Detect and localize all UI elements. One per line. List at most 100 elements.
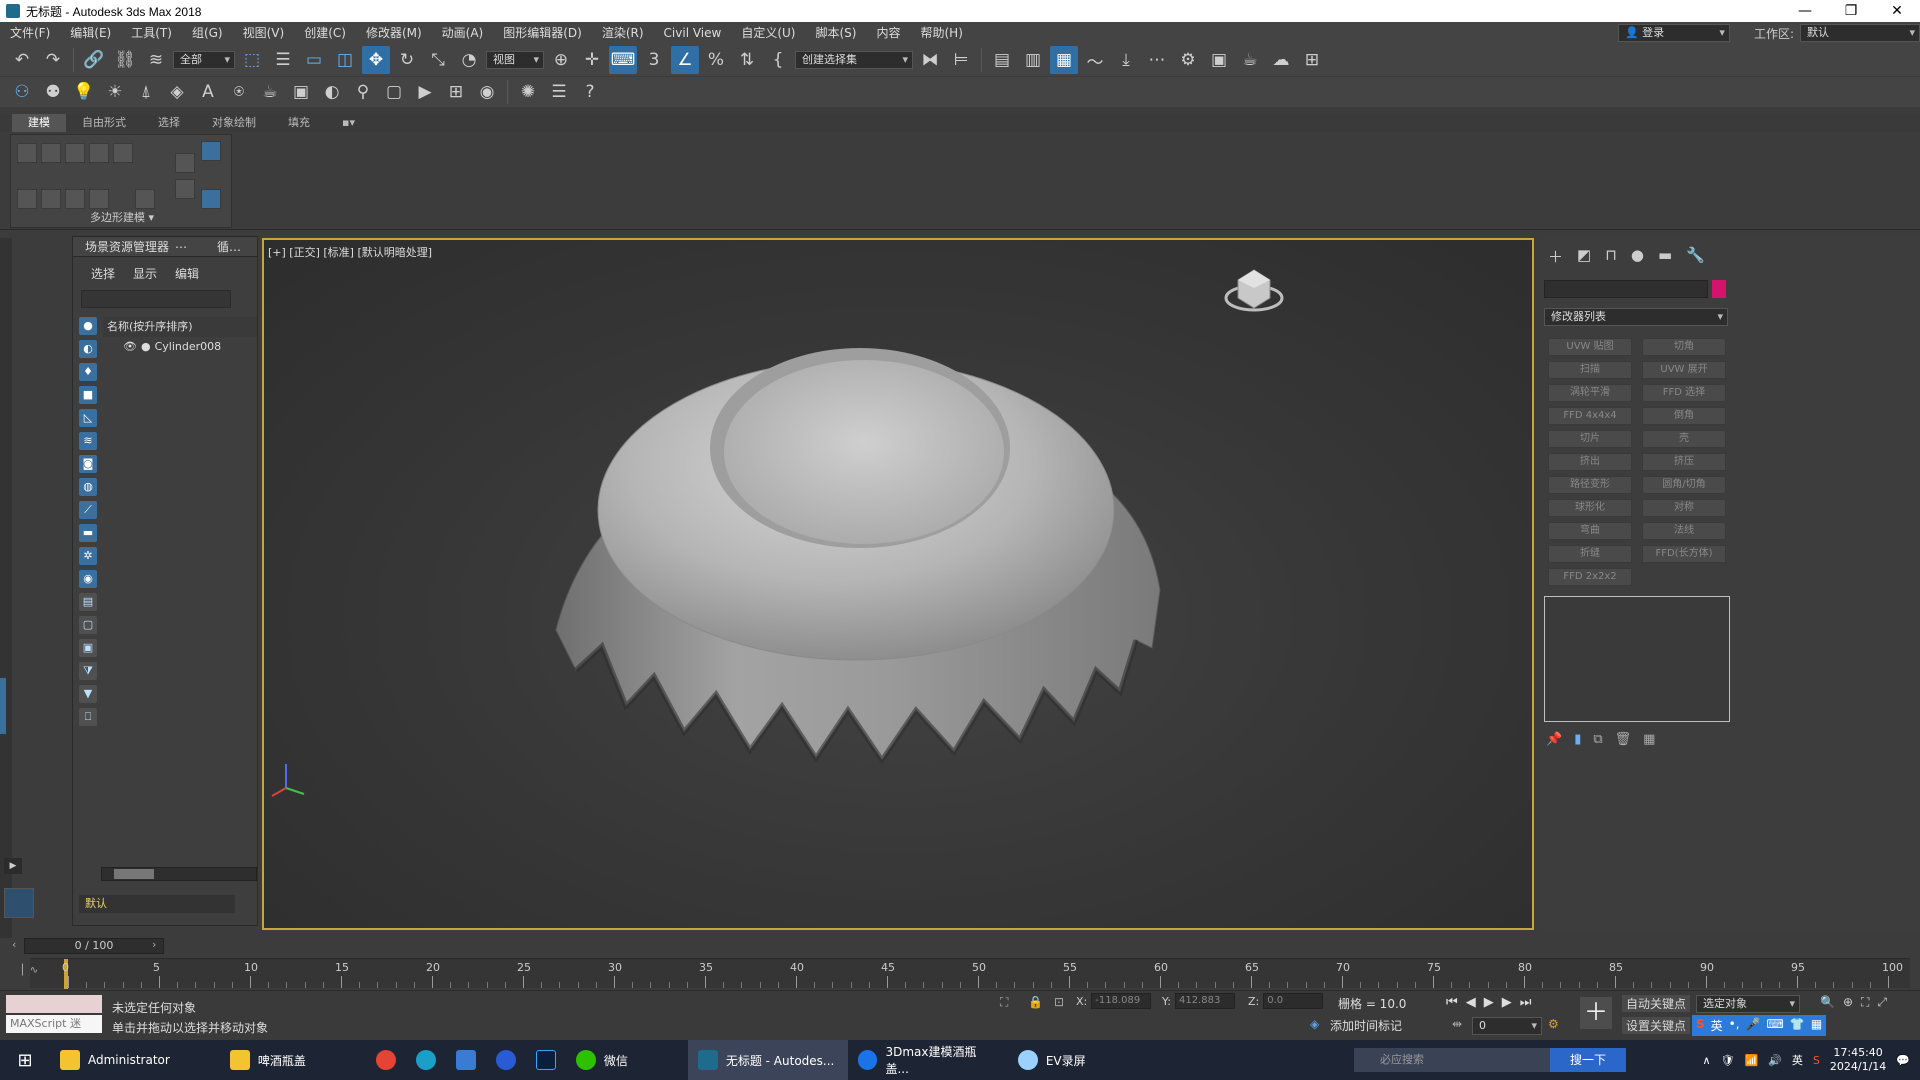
modifier-button[interactable]: FFD 2x2x2 xyxy=(1548,568,1632,586)
modifier-button[interactable]: 球形化 xyxy=(1548,499,1632,517)
modifier-button[interactable]: UVW 贴图 xyxy=(1548,338,1632,356)
angle-snap-icon[interactable]: ∠ xyxy=(671,46,699,74)
menu-content[interactable]: 内容 xyxy=(866,22,910,44)
filter-hidden-icon[interactable]: ◉ xyxy=(79,570,97,588)
render-cloud-icon[interactable]: ☁ xyxy=(1267,46,1295,74)
taskbar-store[interactable] xyxy=(446,1040,486,1080)
time-tag-icon[interactable]: ◈ xyxy=(1310,1017,1319,1031)
isolate-selection-icon[interactable]: ⛶ xyxy=(1000,995,1008,1010)
filter-groups-icon[interactable]: ◙ xyxy=(79,455,97,473)
y-field[interactable]: 412.883 xyxy=(1174,993,1235,1009)
modifier-stack[interactable] xyxy=(1544,596,1730,722)
modifier-button[interactable]: 涡轮平滑 xyxy=(1548,384,1632,402)
maxscript-input[interactable]: MAXScript 迷 xyxy=(6,1015,102,1033)
ribbon-tab-freeform[interactable]: 自由形式 xyxy=(66,114,142,132)
display-all-icon[interactable]: ▤ xyxy=(79,593,97,611)
make-unique-icon[interactable]: ⧉ xyxy=(1593,732,1602,747)
expand-arrow-icon[interactable]: ▶ xyxy=(4,858,22,874)
ribbon-edge-button[interactable] xyxy=(41,143,61,163)
time-config-icon[interactable]: ⇹ xyxy=(1452,1017,1462,1031)
taskbar-3dsmax[interactable]: 无标题 - Autodes... xyxy=(687,1040,848,1080)
scene-object-row[interactable]: 👁 ● Cylinder008 xyxy=(103,337,257,357)
ribbon-side-1-button[interactable] xyxy=(175,153,195,173)
display-tab-icon[interactable]: ▬ xyxy=(1658,246,1672,267)
toggle-ribbon-icon[interactable]: ▥ xyxy=(1019,46,1047,74)
visibility-eye-icon[interactable]: 👁 xyxy=(123,337,137,357)
menu-animation[interactable]: 动画(A) xyxy=(432,22,494,44)
ime-punctuation-icon[interactable]: •, xyxy=(1729,1017,1740,1034)
bottle-cap-model[interactable] xyxy=(555,348,1161,765)
menu-tools[interactable]: 工具(T) xyxy=(121,22,182,44)
menu-help[interactable]: 帮助(H) xyxy=(910,22,972,44)
taskbar-photoshop[interactable] xyxy=(526,1040,566,1080)
modifier-button[interactable]: UVW 展开 xyxy=(1642,361,1726,379)
modifier-button[interactable]: 法线 xyxy=(1642,522,1726,540)
menu-views[interactable]: 视图(V) xyxy=(233,22,295,44)
ribbon-side-4-button[interactable] xyxy=(201,189,221,209)
modifier-button[interactable]: FFD 4x4x4 xyxy=(1548,407,1632,425)
ribbon-polygon-button[interactable] xyxy=(89,143,109,163)
taskbar-chrome[interactable] xyxy=(366,1040,406,1080)
schematic-view-icon[interactable]: ⤓ xyxy=(1112,46,1140,74)
time-prev-icon[interactable]: ‹ xyxy=(12,938,16,951)
teapot-icon[interactable]: ☕ xyxy=(256,78,284,106)
maxscript-listener[interactable] xyxy=(6,995,102,1013)
ribbon-options-icon[interactable]: ▪▾ xyxy=(326,114,371,132)
modifier-button[interactable]: 圆角/切角 xyxy=(1642,476,1726,494)
select-place-icon[interactable]: ◔ xyxy=(455,46,483,74)
create-tab-icon[interactable]: ＋ xyxy=(1548,246,1563,267)
remove-modifier-icon[interactable]: 🗑 xyxy=(1615,732,1632,747)
bulb-icon[interactable]: ⚲ xyxy=(349,78,377,106)
object-color-swatch[interactable] xyxy=(1712,280,1726,298)
show-end-result-icon[interactable]: ▮ xyxy=(1574,732,1581,747)
scrollbar-thumb[interactable] xyxy=(114,869,154,879)
tray-ime[interactable]: 英 xyxy=(1792,1052,1803,1068)
filter-frozen-icon[interactable]: ✲ xyxy=(79,547,97,565)
ribbon-side-2-button[interactable] xyxy=(175,179,195,199)
help-icon[interactable]: ? xyxy=(576,78,604,106)
menu-file[interactable]: 文件(F) xyxy=(0,22,60,44)
ribbon-tool-4-button[interactable] xyxy=(89,189,109,209)
sogou-ime-icon[interactable]: S xyxy=(1696,1017,1705,1034)
taskbar-k-app[interactable] xyxy=(486,1040,526,1080)
play-icon[interactable]: ▶ xyxy=(1484,995,1494,1010)
taskbar-ev-recorder[interactable]: EV录屏 xyxy=(1008,1040,1096,1080)
select-scale-icon[interactable]: ⤡ xyxy=(424,46,452,74)
ribbon-side-3-button[interactable] xyxy=(201,141,221,161)
menu-scripting[interactable]: 脚本(S) xyxy=(805,22,866,44)
start-button[interactable]: ⊞ xyxy=(0,1040,50,1080)
menu-graph-editors[interactable]: 图形编辑器(D) xyxy=(493,22,592,44)
unlink-icon[interactable]: ⛓ xyxy=(111,46,139,74)
dock-handle[interactable] xyxy=(0,678,6,734)
create-geometry-icon[interactable]: ⚇ xyxy=(8,78,36,106)
volume-icon[interactable]: 🔊 xyxy=(1768,1054,1782,1067)
z-field[interactable]: 0.0 xyxy=(1263,993,1324,1009)
object-name-field[interactable] xyxy=(1544,280,1708,298)
modifier-button[interactable]: FFD 选择 xyxy=(1642,384,1726,402)
polygon-modeling-label[interactable]: 多边形建模 ▾ xyxy=(11,209,233,225)
set-key-button[interactable]: 设置关键点 xyxy=(1622,1017,1691,1034)
time-slider[interactable]: 0 / 100 xyxy=(24,938,164,954)
ribbon-tool-1-button[interactable] xyxy=(17,189,37,209)
scene-horizontal-scrollbar[interactable] xyxy=(101,867,257,881)
track-bar[interactable]: ▏∿ 0 5 10 15 20 25 30 35 40 45 50 55 60 65 70 75 80 85 90 9… xyxy=(22,958,1910,989)
menu-modifiers[interactable]: 修改器(M) xyxy=(356,22,432,44)
scene-search-input[interactable] xyxy=(81,290,231,308)
modifier-button[interactable]: 路径变形 xyxy=(1548,476,1632,494)
minimize-button[interactable]: — xyxy=(1782,0,1828,22)
ime-skin-icon[interactable]: 👕 xyxy=(1790,1017,1805,1034)
spinner-snap-icon[interactable]: ⇅ xyxy=(733,46,761,74)
render-region-icon[interactable]: ▢ xyxy=(380,78,408,106)
selection-filter-dropdown[interactable]: 全部 xyxy=(173,51,235,69)
percent-snap-icon[interactable]: % xyxy=(702,46,730,74)
scene-explorer-extra[interactable]: 循… xyxy=(217,238,241,255)
login-dropdown[interactable]: 👤 登录 xyxy=(1617,24,1730,42)
spacewarp-icon[interactable]: ⍋ xyxy=(132,78,160,106)
filter-lights-icon[interactable]: ♦ xyxy=(79,363,97,381)
render-frame-window-icon[interactable]: ▣ xyxy=(287,78,315,106)
utilities-tab-icon[interactable]: 🔧 xyxy=(1686,246,1705,267)
absolute-mode-icon[interactable]: ⊡ xyxy=(1054,995,1064,1009)
close-button[interactable]: ✕ xyxy=(1874,0,1920,22)
workspace-dropdown[interactable]: 默认 xyxy=(1800,24,1920,42)
filter-helpers-icon[interactable]: ◺ xyxy=(79,409,97,427)
